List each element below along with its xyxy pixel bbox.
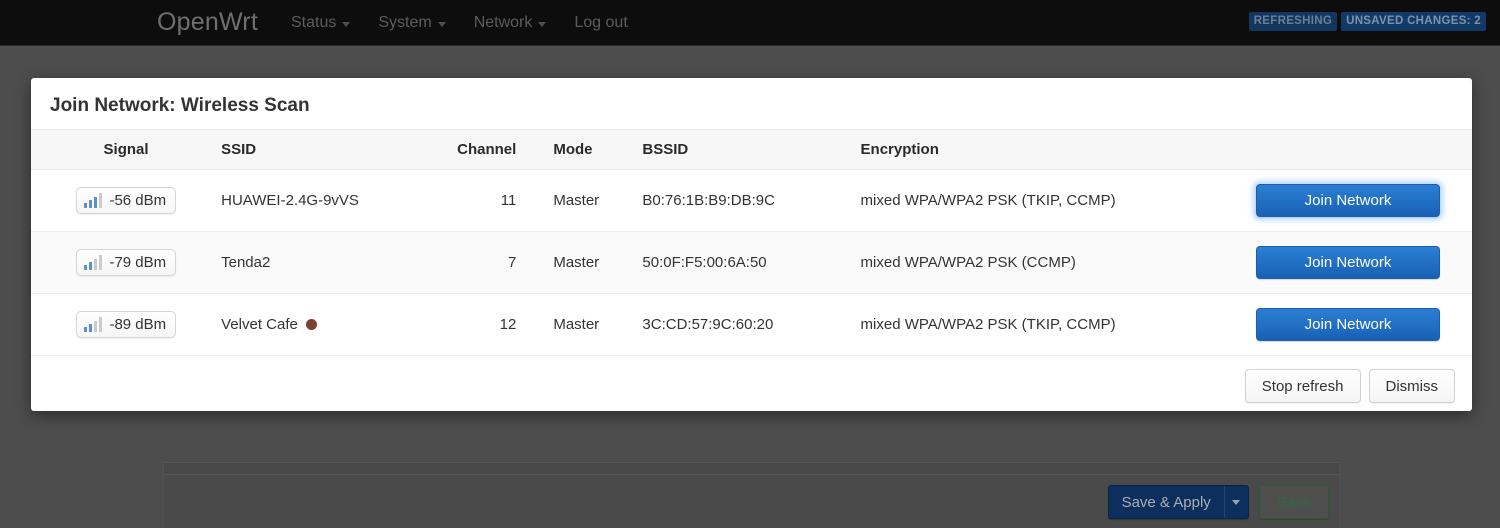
cell-encryption: mixed WPA/WPA2 PSK (TKIP, CCMP) xyxy=(826,293,1212,356)
ssid-label: HUAWEI-2.4G-9vVS xyxy=(221,192,359,209)
column-header-ssid: SSID xyxy=(221,129,447,170)
brand-logo[interactable]: OpenWrt xyxy=(157,8,258,37)
save-and-apply-label: Save & Apply xyxy=(1121,493,1211,511)
nav-menu: Status System Network Log out xyxy=(291,14,628,32)
table-header-row: Signal SSID Channel Mode BSSID Encryptio… xyxy=(31,129,1472,170)
signal-bars-icon xyxy=(83,317,103,332)
status-badge-refreshing: REFRESHING xyxy=(1248,12,1338,31)
cell-channel: 11 xyxy=(446,169,517,232)
panel-strip xyxy=(164,463,1339,475)
signal-strength-badge: -79 dBm xyxy=(75,249,177,276)
signal-value: -56 dBm xyxy=(109,192,167,209)
save-and-apply-dropdown-toggle[interactable] xyxy=(1223,486,1248,518)
nav-item-status-label: Status xyxy=(290,13,337,31)
cell-mode: Master xyxy=(516,231,612,294)
cell-action: Join Network xyxy=(1211,169,1472,232)
status-badges: REFRESHING UNSAVED CHANGES: 2 xyxy=(1248,12,1486,31)
cell-channel: 7 xyxy=(446,231,517,294)
save-button[interactable]: Save xyxy=(1258,485,1329,519)
chevron-down-icon xyxy=(437,21,446,27)
column-header-bssid: BSSID xyxy=(611,129,827,170)
nav-item-network-label: Network xyxy=(473,13,533,31)
modal-footer: Stop refresh Dismiss xyxy=(31,356,1472,403)
stop-refresh-button[interactable]: Stop refresh xyxy=(1244,369,1361,403)
cell-encryption: mixed WPA/WPA2 PSK (CCMP) xyxy=(826,231,1212,294)
signal-value: -89 dBm xyxy=(109,316,167,333)
status-badge-unsaved-changes[interactable]: UNSAVED CHANGES: 2 xyxy=(1341,12,1486,31)
background-action-bar: Save & Apply Save xyxy=(1107,485,1329,519)
nav-item-system-label: System xyxy=(378,13,432,31)
signal-value: -79 dBm xyxy=(109,254,167,271)
cell-mode: Master xyxy=(516,293,612,356)
signal-bars-icon xyxy=(83,193,103,208)
table-row: -56 dBm HUAWEI-2.4G-9vVS 11 Master B0:76… xyxy=(31,169,1472,232)
cell-bssid: 3C:CD:57:9C:60:20 xyxy=(611,293,827,356)
nav-item-logout[interactable]: Log out xyxy=(574,14,627,32)
lock-icon xyxy=(305,319,317,330)
dismiss-button[interactable]: Dismiss xyxy=(1368,369,1455,403)
nav-item-system[interactable]: System xyxy=(378,13,446,32)
cell-bssid: B0:76:1B:B9:DB:9C xyxy=(611,169,827,232)
column-header-actions xyxy=(1211,129,1472,170)
cell-action: Join Network xyxy=(1211,293,1472,356)
signal-strength-badge: -56 dBm xyxy=(75,187,177,214)
column-header-encryption: Encryption xyxy=(826,129,1212,170)
cell-mode: Master xyxy=(516,169,612,232)
chevron-down-icon xyxy=(538,21,547,27)
signal-strength-badge: -89 dBm xyxy=(75,311,177,338)
nav-item-logout-label: Log out xyxy=(574,13,628,31)
cell-signal: -79 dBm xyxy=(31,231,222,294)
cell-bssid: 50:0F:F5:00:6A:50 xyxy=(611,231,827,294)
join-network-button[interactable]: Join Network xyxy=(1256,184,1440,217)
save-and-apply-button[interactable]: Save & Apply xyxy=(1107,485,1249,519)
column-header-mode: Mode xyxy=(516,129,612,170)
cell-signal: -56 dBm xyxy=(31,169,222,232)
cell-action: Join Network xyxy=(1211,231,1472,294)
column-header-channel: Channel xyxy=(446,129,517,170)
column-header-signal: Signal xyxy=(31,129,222,170)
nav-item-status[interactable]: Status xyxy=(290,13,351,32)
cell-ssid: Tenda2 xyxy=(221,231,447,294)
signal-bars-icon xyxy=(83,255,103,270)
cell-channel: 12 xyxy=(446,293,517,356)
cell-ssid: Velvet Cafe xyxy=(221,293,447,356)
wireless-scan-modal: Join Network: Wireless Scan Signal SSID … xyxy=(31,78,1472,411)
table-row: -79 dBm Tenda2 7 Master 50:0F:F5:00:6A:5… xyxy=(31,231,1472,294)
cell-encryption: mixed WPA/WPA2 PSK (TKIP, CCMP) xyxy=(826,169,1212,232)
chevron-down-icon xyxy=(1232,499,1241,505)
cell-signal: -89 dBm xyxy=(31,293,222,356)
chevron-down-icon xyxy=(342,21,351,27)
table-header: Signal SSID Channel Mode BSSID Encryptio… xyxy=(31,129,1472,170)
table-body: -56 dBm HUAWEI-2.4G-9vVS 11 Master B0:76… xyxy=(31,169,1472,356)
join-network-button[interactable]: Join Network xyxy=(1256,308,1440,341)
screen: Save & Apply Save OpenWrt Status System xyxy=(0,0,1500,528)
ssid-label: Tenda2 xyxy=(221,254,271,271)
nav-item-network[interactable]: Network xyxy=(474,14,547,32)
background-config-panel: Save & Apply Save xyxy=(163,462,1340,528)
ssid-label: Velvet Cafe xyxy=(221,316,298,333)
join-network-button[interactable]: Join Network xyxy=(1256,246,1440,279)
page-title: Join Network: Wireless Scan xyxy=(50,95,310,116)
cell-ssid: HUAWEI-2.4G-9vVS xyxy=(221,169,447,232)
table-row: -89 dBm Velvet Cafe 12 Master 3C:CD:57:9… xyxy=(31,293,1472,356)
wireless-scan-table: Signal SSID Channel Mode BSSID Encryptio… xyxy=(31,129,1472,356)
top-navbar: OpenWrt Status System Network Log out RE… xyxy=(0,0,1500,46)
